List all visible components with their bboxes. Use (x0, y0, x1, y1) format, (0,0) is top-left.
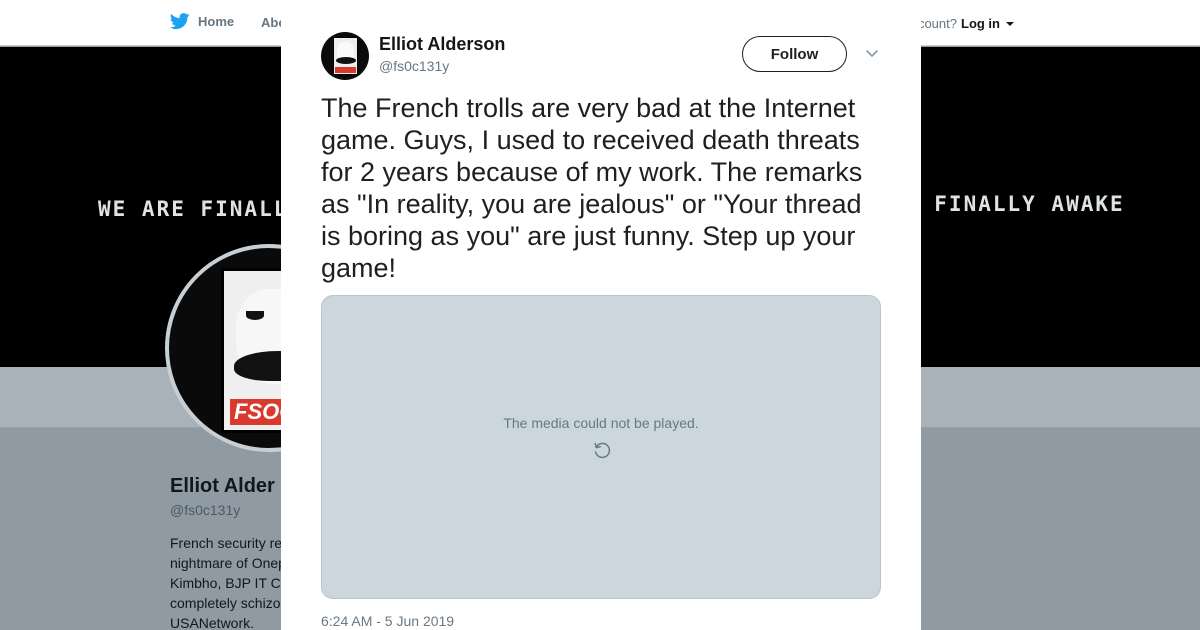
fsociety-mask-image (333, 37, 358, 75)
bio-line: Kimbho, BJP IT C (170, 575, 281, 591)
twitter-bird-icon (170, 13, 190, 30)
nav-login-link[interactable]: Log in (961, 16, 1000, 31)
tweet-media-player[interactable]: The media could not be played. (321, 295, 881, 599)
bio-line: completely schizo (170, 595, 281, 611)
tweet-author-avatar[interactable] (321, 32, 369, 80)
tweet-timestamp[interactable]: 6:24 AM - 5 Jun 2019 (321, 613, 454, 629)
profile-bio: French security re nightmare of Onep Kim… (170, 533, 290, 630)
banner-text-right: E FINALLY AWAKE (905, 192, 1125, 216)
tweet-modal: Elliot Alderson @fs0c131y Follow The Fre… (281, 0, 921, 630)
tweet-text: The French trolls are very bad at the In… (321, 93, 863, 283)
follow-button[interactable]: Follow (742, 36, 847, 72)
profile-handle: @fs0c131y (170, 502, 241, 518)
caret-down-icon (1006, 21, 1014, 26)
bio-line: French security re (170, 535, 283, 551)
chevron-down-icon[interactable] (864, 47, 880, 61)
tweet-author-name[interactable]: Elliot Alderson (379, 34, 505, 55)
nav-account-area: ccount? Log in (911, 16, 1014, 31)
close-icon[interactable] (1152, 12, 1176, 36)
tweet-author-handle[interactable]: @fs0c131y (379, 58, 449, 74)
banner-text-left: WE ARE FINALLY (98, 197, 304, 221)
nav-home-label: Home (198, 14, 235, 29)
nav-home-link[interactable]: Home (170, 13, 234, 30)
bio-line: USANetwork. (170, 615, 255, 630)
profile-name[interactable]: Elliot Alder (170, 475, 275, 498)
media-error-message: The media could not be played. (503, 415, 699, 431)
retry-icon[interactable] (591, 439, 613, 461)
bio-line: nightmare of Onep (170, 555, 286, 571)
